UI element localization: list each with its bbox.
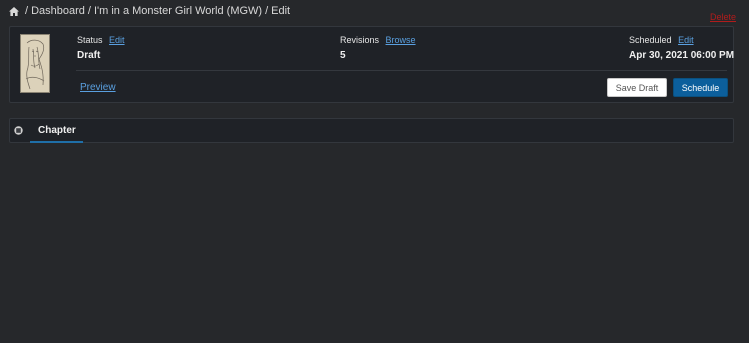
cover-thumbnail (20, 34, 50, 93)
breadcrumb-separator: / (87, 5, 91, 17)
content-tabs-panel: Chapter (9, 118, 734, 143)
status-label-row: Status Edit (77, 35, 125, 45)
status-edit-link[interactable]: Edit (109, 35, 125, 45)
revisions-browse-link[interactable]: Browse (386, 35, 416, 45)
breadcrumb-separator: / (265, 5, 269, 17)
breadcrumb-current: Edit (271, 5, 291, 17)
revisions-value: 5 (340, 50, 346, 61)
cover-sketch-image (21, 35, 49, 92)
scheduled-value: Apr 30, 2021 06:00 PM (629, 50, 735, 61)
schedule-button[interactable]: Schedule (673, 78, 728, 97)
scheduled-edit-link[interactable]: Edit (678, 35, 694, 45)
breadcrumb-series-link[interactable]: I'm in a Monster Girl World (MGW) (94, 5, 262, 17)
status-label: Status (77, 35, 103, 45)
delete-link[interactable]: Delete (710, 12, 736, 22)
revisions-label-row: Revisions Browse (340, 35, 416, 45)
post-status-panel: Status Edit Draft Revisions Browse 5 Sch… (9, 26, 734, 103)
status-value: Draft (77, 50, 101, 61)
revisions-label: Revisions (340, 35, 380, 45)
collapse-toggle-icon[interactable] (14, 126, 23, 135)
breadcrumb-separator: / (25, 5, 29, 17)
panel-divider (76, 70, 727, 71)
home-icon[interactable] (9, 6, 19, 16)
scheduled-label-row: Scheduled Edit (629, 35, 694, 45)
save-draft-button[interactable]: Save Draft (607, 78, 667, 97)
tab-chapter-label: Chapter (38, 125, 76, 136)
preview-link[interactable]: Preview (80, 82, 116, 93)
tab-chapter[interactable]: Chapter (30, 119, 83, 143)
breadcrumb-dashboard-link[interactable]: Dashboard (31, 5, 85, 17)
breadcrumb: / Dashboard / I'm in a Monster Girl Worl… (9, 5, 290, 17)
scheduled-label: Scheduled (629, 35, 672, 45)
